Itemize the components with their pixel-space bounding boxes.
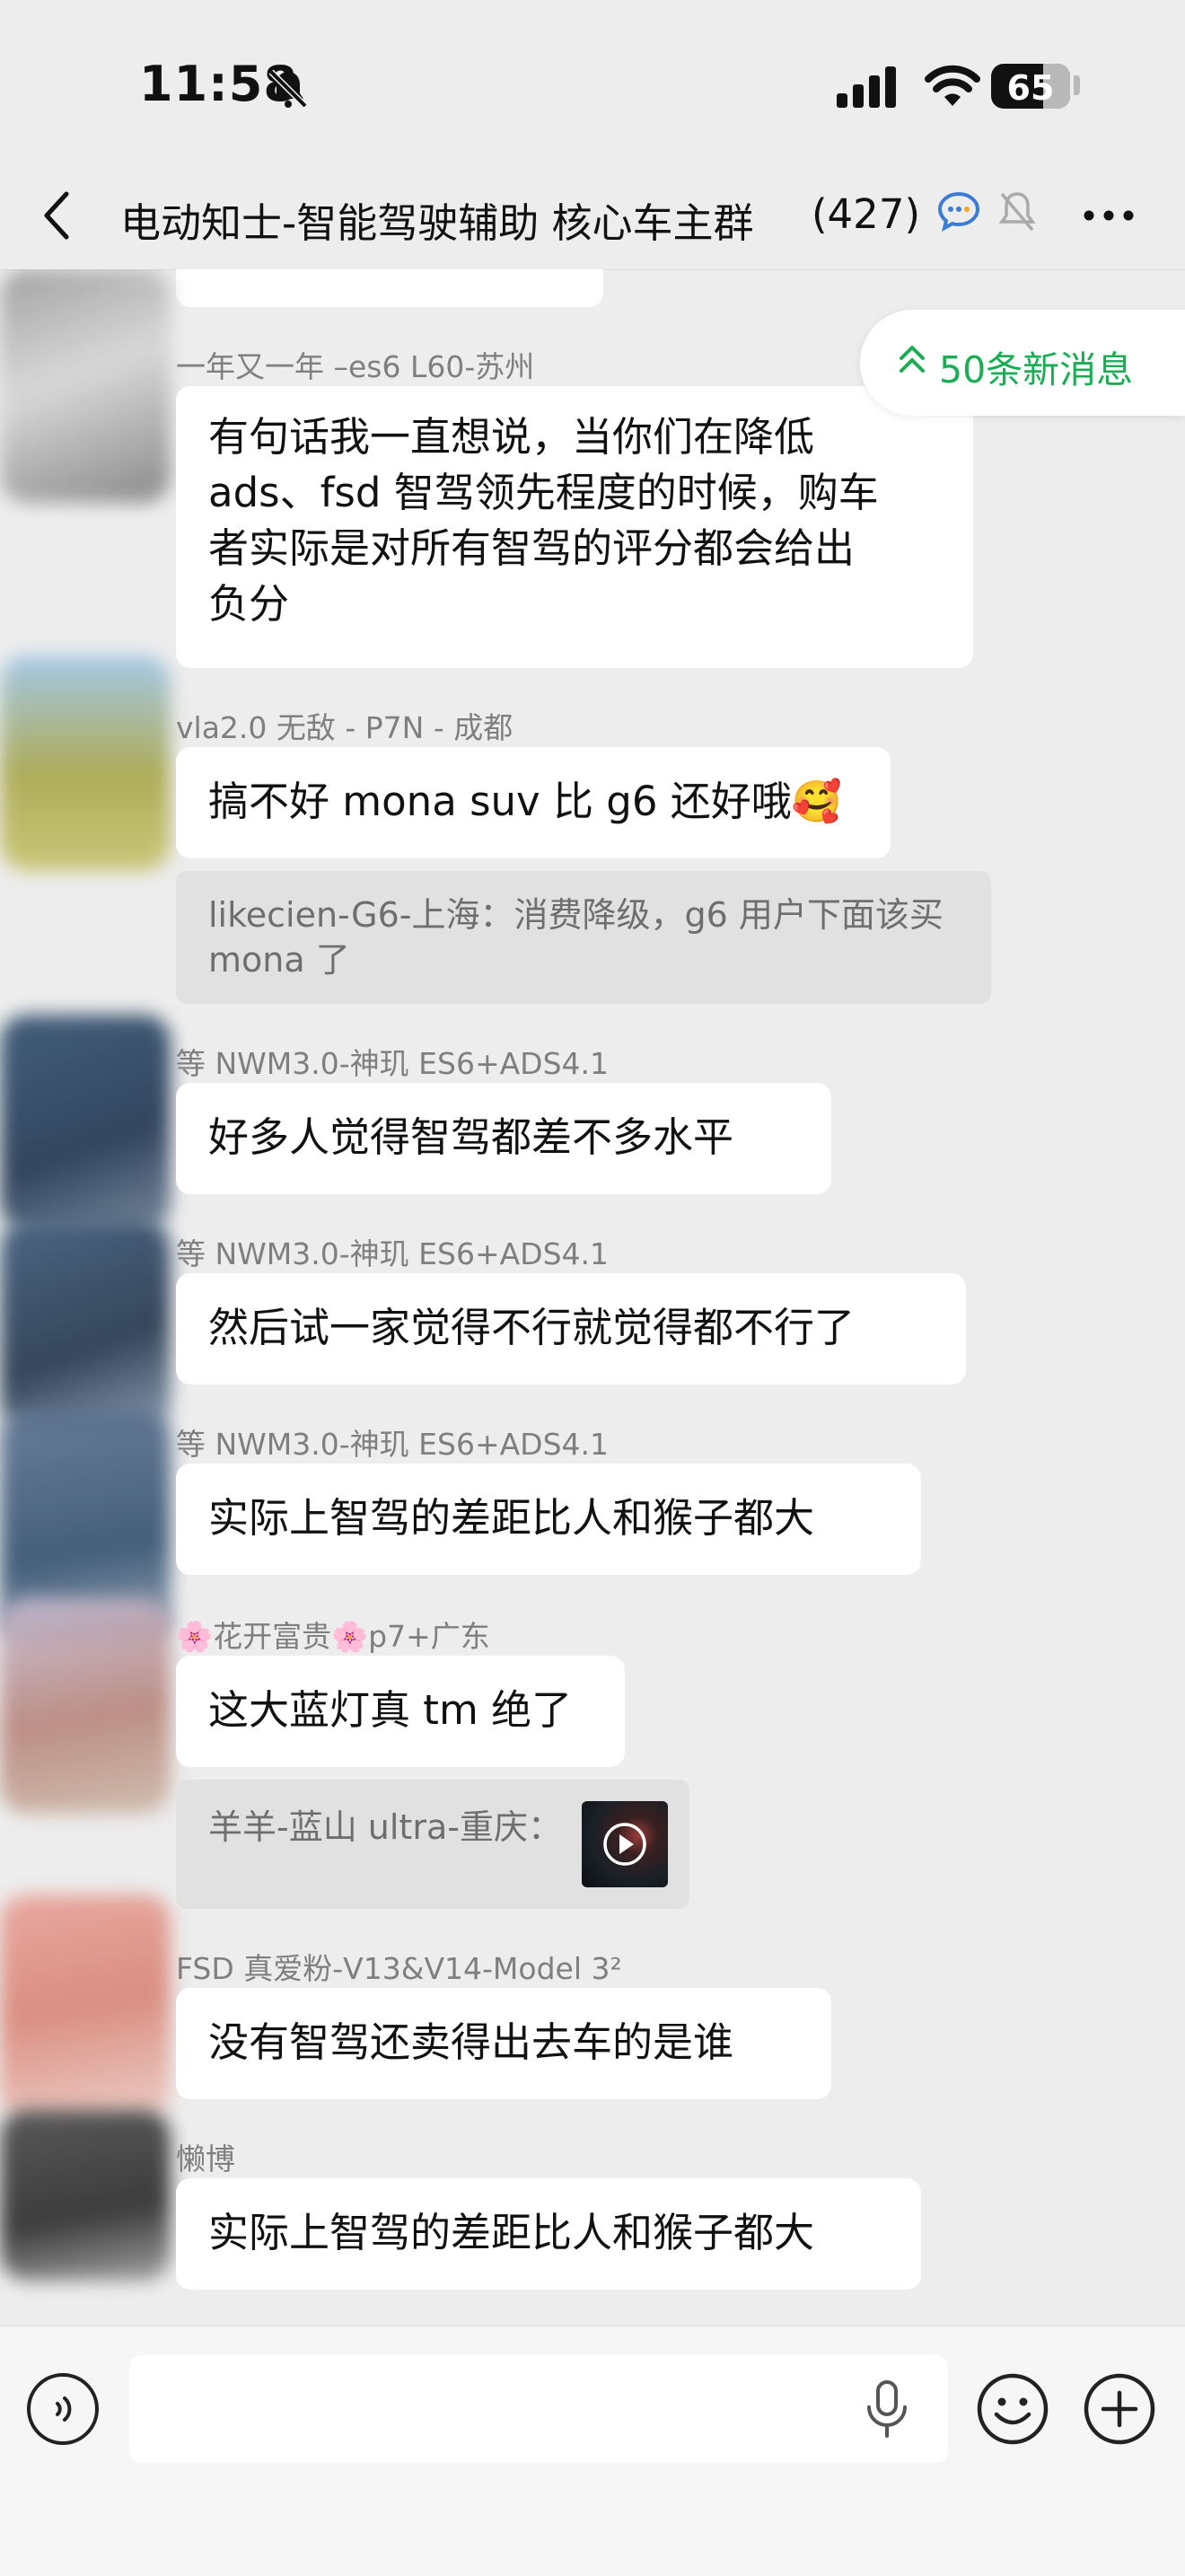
message-bubble[interactable]: 搞不好 mona suv 比 g6 还好哦🥰 bbox=[176, 747, 891, 858]
new-messages-button[interactable]: 50条新消息 bbox=[860, 310, 1185, 416]
message-bubble[interactable]: 然后试一家觉得不行就觉得都不行了 bbox=[176, 1273, 966, 1385]
avatar[interactable] bbox=[0, 2110, 171, 2281]
play-icon bbox=[603, 1823, 646, 1866]
message-sender: 一年又一年 –es6 L60-苏州 bbox=[176, 349, 535, 384]
message-sender: 等 NWM3.0-神玑 ES6+ADS4.1 bbox=[176, 1236, 610, 1271]
signal-icon bbox=[837, 66, 896, 108]
message-input[interactable] bbox=[129, 2355, 948, 2463]
avatar[interactable] bbox=[0, 1895, 171, 2119]
message-list[interactable]: 一年又一年 –es6 L60-苏州 有句话我一直想说，当你们在降低 ads、fs… bbox=[0, 269, 1185, 2325]
message-bubble[interactable]: 实际上智驾的差距比人和猴子都大 bbox=[176, 1464, 921, 1575]
emoji-icon[interactable] bbox=[975, 2371, 1050, 2447]
message-sender: FSD 真爱粉-V13&V14-Model 3² bbox=[176, 1951, 622, 1986]
message-sender: 等 NWM3.0-神玑 ES6+ADS4.1 bbox=[176, 1427, 610, 1462]
battery-level: 65 bbox=[1006, 68, 1055, 108]
avatar[interactable] bbox=[0, 269, 171, 503]
status-bar: 11:58 65 bbox=[0, 0, 1185, 171]
message-sender: vla2.0 无敌 - P7N - 成都 bbox=[176, 710, 514, 745]
mute-bell-icon bbox=[998, 192, 1036, 232]
message-bubble[interactable]: 好多人觉得智驾都差不多水平 bbox=[176, 1083, 831, 1194]
avatar[interactable] bbox=[0, 1221, 171, 1428]
message-sender: 等 NWM3.0-神玑 ES6+ADS4.1 bbox=[176, 1046, 610, 1081]
avatar[interactable] bbox=[0, 655, 171, 871]
more-icon[interactable] bbox=[1082, 207, 1136, 224]
quoted-message-text: 羊羊-蓝山 ultra-重庆： bbox=[208, 1807, 562, 1847]
input-bar bbox=[0, 2325, 1185, 2576]
message-bubble[interactable]: 有句话我一直想说，当你们在降低 ads、fsd 智驾领先程度的时候，购车 者实际… bbox=[176, 386, 973, 668]
chat-bubble-icon bbox=[937, 191, 980, 232]
back-chevron-icon[interactable] bbox=[40, 189, 75, 242]
voice-icon[interactable] bbox=[27, 2373, 99, 2445]
message-sender: 懒博 bbox=[176, 2141, 235, 2176]
wifi-icon bbox=[925, 65, 980, 106]
message-bubble[interactable]: 这大蓝灯真 tm 绝了 bbox=[176, 1656, 625, 1767]
message-sender: 🌸花开富贵🌸p7+广东 bbox=[176, 1619, 490, 1654]
message-bubble[interactable]: 实际上智驾的差距比人和猴子都大 bbox=[176, 2178, 921, 2290]
quoted-message[interactable]: likecien-G6-上海：消费降级，g6 用户下面该买 mona 了 bbox=[176, 871, 991, 1004]
new-messages-label: 50条新消息 bbox=[939, 348, 1134, 391]
message-bubble-partial bbox=[176, 269, 603, 307]
message-bubble[interactable]: 没有智驾还卖得出去车的是谁 bbox=[176, 1988, 831, 2099]
member-count: (427) bbox=[808, 190, 921, 238]
mic-icon[interactable] bbox=[862, 2377, 912, 2441]
plus-icon[interactable] bbox=[1082, 2371, 1157, 2447]
mute-bell-icon bbox=[268, 69, 308, 109]
chat-header: 电动知士-智能驾驶辅助 核心车主群 (427) bbox=[0, 171, 1185, 270]
avatar[interactable] bbox=[0, 1598, 171, 1814]
avatar[interactable] bbox=[0, 1015, 171, 1230]
double-chevron-up-icon bbox=[900, 346, 925, 373]
battery-indicator: 65 bbox=[991, 64, 1070, 109]
video-thumbnail[interactable] bbox=[582, 1801, 668, 1887]
